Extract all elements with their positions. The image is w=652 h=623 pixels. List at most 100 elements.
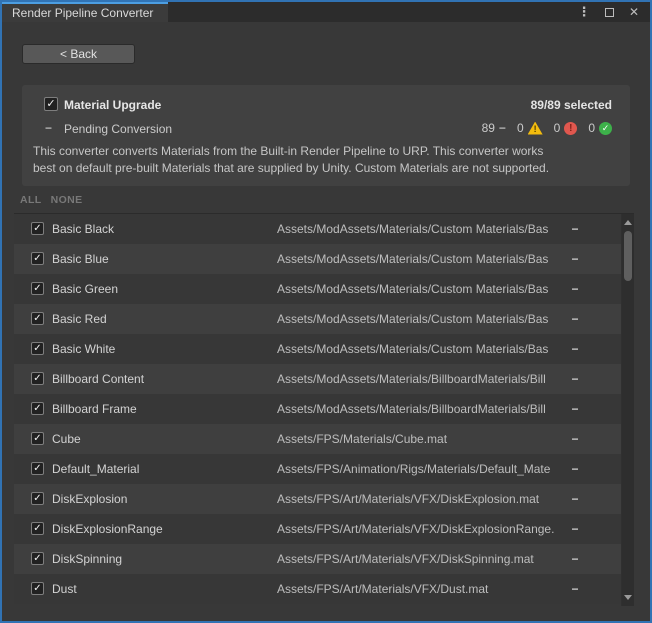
table-row[interactable]: ✓DiskSpinningAssets/FPS/Art/Materials/VF… [14, 544, 621, 574]
row-checkbox[interactable]: ✓ [31, 552, 44, 565]
row-checkbox[interactable]: ✓ [31, 522, 44, 535]
row-checkbox[interactable]: ✓ [31, 342, 44, 355]
table-row[interactable]: ✓ DiskExplosionRange Assets/FPS/Art/Materi… [14, 514, 621, 544]
description-line: best on default pre-built Materials that… [33, 160, 623, 177]
table-row[interactable]: ✓ Basic White Assets/ModAssets/Materials/C… [14, 334, 621, 364]
row-checkbox[interactable]: ✓ [31, 582, 44, 595]
row-checkbox[interactable]: ✓ [31, 312, 44, 325]
select-none-button[interactable]: NONE [51, 194, 83, 206]
row-path: Assets/ModAssets/Materials/Custom Materi… [277, 304, 548, 334]
scrollbar-thumb[interactable] [624, 231, 632, 281]
converter-description: This converter converts Materials from t… [33, 143, 623, 177]
check-icon: ✓ [33, 283, 41, 294]
converter-checkbox[interactable]: ✓ [44, 97, 58, 111]
success-count: 0 [588, 121, 595, 135]
pending-dash-icon: − [45, 121, 57, 135]
row-checkbox[interactable]: ✓ [31, 282, 44, 295]
row-path: Assets/ModAssets/Materials/BillboardMate… [277, 394, 546, 424]
stat-pending: 89 − [482, 121, 506, 135]
close-icon: ✕ [629, 5, 639, 19]
warning-count: 0 [517, 121, 524, 135]
table-row[interactable]: ✓ Dust Assets/FPS/Art/Materials/VFX/Dust.m… [14, 574, 621, 604]
row-path: Assets/ModAssets/Materials/Custom Materi… [277, 214, 548, 244]
maximize-icon [605, 8, 614, 17]
row-path: Assets/ModAssets/Materials/BillboardMate… [277, 364, 546, 394]
stat-errors: 0 ! [554, 121, 578, 135]
table-row[interactable]: ✓Basic RedAssets/ModAssets/Materials/Cus… [14, 304, 621, 334]
table-row[interactable]: ✓ Basic Blue Assets/ModAssets/Materials/Cu… [14, 244, 621, 274]
table-row[interactable]: ✓Billboard FrameAssets/ModAssets/Materia… [14, 394, 621, 424]
check-icon: ✓ [33, 343, 41, 354]
menu-button[interactable]: ⋮ [576, 4, 592, 20]
title-bar: Render Pipeline Converter ⋮ ✕ [2, 2, 650, 22]
check-icon: ✓ [33, 253, 41, 264]
row-path: Assets/ModAssets/Materials/Custom Materi… [277, 274, 548, 304]
row-path: Assets/FPS/Animation/Rigs/Materials/Defa… [277, 454, 550, 484]
table-row[interactable]: ✓ Cube Assets/FPS/Materials/Cube.mat − [14, 424, 621, 454]
row-status-dash-icon: − [563, 304, 587, 334]
table-row[interactable]: ✓ Basic Black Assets/ModAssets/Materials/C… [14, 214, 621, 244]
selected-summary: 89/89 selected [531, 98, 612, 112]
table-row[interactable]: ✓DiskExplosionAssets/FPS/Art/Materials/V… [14, 484, 621, 514]
check-icon: ✓ [33, 433, 41, 444]
row-name: DiskExplosionRange [52, 514, 163, 544]
back-button[interactable]: < Back [22, 44, 135, 64]
check-icon: ✓ [33, 523, 41, 534]
row-path: Assets/FPS/Art/Materials/VFX/DiskExplosi… [277, 514, 554, 544]
row-name: Cube [52, 424, 81, 454]
row-name: Billboard Content [52, 364, 144, 394]
row-checkbox[interactable]: ✓ [31, 222, 44, 235]
row-status-dash-icon: − [563, 544, 587, 574]
kebab-menu-icon: ⋮ [578, 4, 591, 20]
row-path: Assets/FPS/Materials/Cube.mat [277, 424, 447, 454]
row-status-dash-icon: − [563, 214, 587, 244]
error-icon: ! [564, 122, 577, 135]
row-checkbox[interactable]: ✓ [31, 432, 44, 445]
row-name: DiskExplosion [52, 484, 127, 514]
row-checkbox[interactable]: ✓ [31, 372, 44, 385]
row-status-dash-icon: − [563, 424, 587, 454]
maximize-button[interactable] [601, 4, 617, 20]
tab-render-pipeline-converter[interactable]: Render Pipeline Converter [2, 2, 168, 22]
scroll-up-icon[interactable] [624, 220, 632, 225]
row-path: Assets/ModAssets/Materials/Custom Materi… [277, 244, 548, 274]
converter-title: Material Upgrade [64, 98, 161, 112]
table-row[interactable]: ✓ Basic Green Assets/ModAssets/Materials/C… [14, 274, 621, 304]
row-name: Basic Blue [52, 244, 109, 274]
row-name: Dust [52, 574, 77, 604]
table-row[interactable]: ✓Default_MaterialAssets/FPS/Animation/Ri… [14, 454, 621, 484]
window-title: Render Pipeline Converter [12, 6, 153, 20]
table-row[interactable]: ✓ Billboard Content Assets/ModAssets/Mater… [14, 364, 621, 394]
select-all-button[interactable]: ALL [20, 194, 42, 206]
window-controls: ⋮ ✕ [576, 2, 642, 22]
check-icon: ✓ [33, 223, 41, 234]
row-status-dash-icon: − [563, 364, 587, 394]
success-icon: ✓ [599, 122, 612, 135]
row-checkbox[interactable]: ✓ [31, 402, 44, 415]
row-checkbox[interactable]: ✓ [31, 252, 44, 265]
render-pipeline-converter-window: Render Pipeline Converter ⋮ ✕ < Back ✓ M… [0, 0, 652, 623]
check-icon: ✓ [33, 313, 41, 324]
vertical-scrollbar[interactable] [621, 214, 634, 606]
row-checkbox[interactable]: ✓ [31, 462, 44, 475]
row-path: Assets/ModAssets/Materials/Custom Materi… [277, 334, 548, 364]
check-icon: ✓ [33, 463, 41, 474]
row-name: DiskSpinning [52, 544, 122, 574]
row-status-dash-icon: − [563, 454, 587, 484]
check-icon: ✓ [33, 493, 41, 504]
row-checkbox[interactable]: ✓ [31, 492, 44, 505]
materials-rows: ✓ Basic Black Assets/ModAssets/Materials/C… [14, 214, 621, 604]
check-icon: ✓ [33, 373, 41, 384]
row-path: Assets/FPS/Art/Materials/VFX/Dust.mat [277, 574, 488, 604]
row-name: Basic Black [52, 214, 114, 244]
scroll-down-icon[interactable] [624, 595, 632, 600]
warning-icon: ! [528, 122, 543, 135]
close-button[interactable]: ✕ [626, 4, 642, 20]
row-name: Basic White [52, 334, 115, 364]
stat-warnings: 0 ! [517, 121, 543, 135]
row-name: Basic Green [52, 274, 118, 304]
check-icon: ✓ [33, 583, 41, 594]
row-status-dash-icon: − [563, 484, 587, 514]
row-status-dash-icon: − [563, 514, 587, 544]
row-status-dash-icon: − [563, 394, 587, 424]
